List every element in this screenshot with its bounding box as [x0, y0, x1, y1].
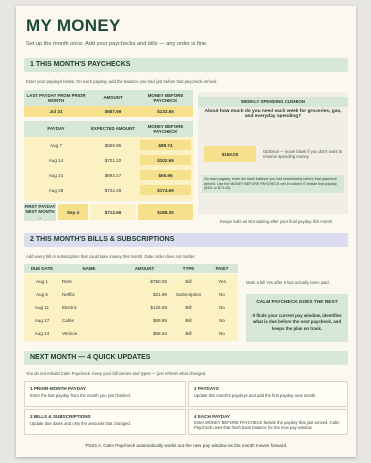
- cushion-value[interactable]: $150.00: [204, 146, 256, 162]
- calm-heading: CALM PAYCHECK DOES THE REST: [256, 300, 338, 305]
- bill-row-name[interactable]: Netflix: [62, 289, 118, 300]
- cushion-optional-note: Optional — leave blank if you don't want…: [263, 149, 343, 159]
- first-next-date[interactable]: Sep 4: [58, 204, 88, 220]
- page-subtitle: Set up the month once. Add your paycheck…: [26, 41, 208, 47]
- paychecks-intro: Enter your paydays below. On each payday…: [26, 79, 218, 84]
- payday-row-before[interactable]: $65.96: [140, 170, 191, 180]
- update-card: 4 EACH PAYDAY Enter MONEY BEFORE PAYCHEC…: [188, 409, 348, 435]
- bill-row-paid[interactable]: No: [206, 328, 238, 339]
- bill-row-name[interactable]: Rent: [62, 276, 118, 287]
- bill-row-amount[interactable]: $125.69: [118, 302, 171, 313]
- first-next-amount[interactable]: $712.56: [90, 204, 136, 220]
- first-next-before[interactable]: $188.35: [138, 204, 193, 220]
- payday-row-before[interactable]: $102.69: [140, 155, 191, 165]
- calm-text: It finds your current pay window, identi…: [252, 313, 342, 331]
- update-card-title: 3 BILLS & SUBSCRIPTIONS: [30, 414, 91, 419]
- bill-row-amount[interactable]: $21.99: [118, 289, 171, 300]
- due-date-col-header: DUE DATE: [24, 264, 60, 273]
- payday-row-date[interactable]: Aug 21: [24, 168, 88, 182]
- type-col-header: TYPE: [171, 264, 206, 273]
- update-card-body: Update this month's paydays and add the …: [194, 393, 317, 398]
- update-card-title: 2 PAYDAYS: [194, 386, 219, 391]
- bill-row-date[interactable]: Aug 11: [24, 302, 60, 313]
- bill-row-type[interactable]: Bill: [171, 302, 206, 313]
- update-card: 1 PRIOR-MONTH PAYDAY Enter the last payd…: [24, 381, 186, 407]
- bill-row-type[interactable]: Bill: [171, 276, 206, 287]
- bill-row-paid[interactable]: No: [206, 289, 238, 300]
- paychecks-section-heading: 1 THIS MONTH'S PAYCHECKS: [24, 58, 348, 72]
- mark-paid-note: Mark a bill Yes after it has actually be…: [246, 280, 330, 285]
- page-title: MY MONEY: [26, 16, 121, 35]
- first-next-label: FIRST PAYDAY NEXT MONTH →: [24, 203, 56, 221]
- last-payday-date[interactable]: Jul 31: [24, 106, 88, 117]
- payday-row-amount[interactable]: $656.95: [88, 138, 138, 152]
- paid-col-header: PAID?: [206, 264, 238, 273]
- bill-row-date[interactable]: Aug 17: [24, 315, 60, 326]
- last-payday-before[interactable]: $132.65: [138, 106, 193, 117]
- bill-row-amount[interactable]: $88.64: [118, 328, 171, 339]
- bill-row-amount[interactable]: $750.00: [118, 276, 171, 287]
- bill-row-date[interactable]: Aug 5: [24, 289, 60, 300]
- last-payday-header: LAST PAYDAY FROM PRIOR MONTH: [24, 90, 88, 106]
- payday-col-header: PAYDAY: [24, 121, 88, 137]
- update-card: 3 BILLS & SUBSCRIPTIONS Update due dates…: [24, 409, 186, 435]
- payday-row-amount[interactable]: $722.48: [88, 183, 138, 197]
- expected-amount-col-header: EXPECTED AMOUNT: [88, 121, 138, 137]
- update-card: 2 PAYDAYS Update this month's paydays an…: [188, 381, 348, 407]
- payday-row-amount[interactable]: $701.32: [88, 153, 138, 167]
- update-card-body: Enter MONEY BEFORE PAYCHECK beside the p…: [194, 420, 340, 430]
- payday-row-before[interactable]: $88.74: [140, 140, 191, 150]
- bill-row-amount[interactable]: $69.89: [118, 315, 171, 326]
- payday-row-before[interactable]: $174.69: [140, 185, 191, 195]
- updates-intro: You do not rebuild Calm Paycheck. Keep y…: [26, 371, 207, 376]
- updates-section-heading: NEXT MONTH — 4 QUICK UPDATES: [24, 351, 348, 365]
- cushion-question: About how much do you need each week for…: [204, 109, 342, 119]
- update-card-body: Update due dates and only the amounts th…: [30, 421, 131, 426]
- payday-row-date[interactable]: Aug 28: [24, 183, 88, 197]
- last-payday-amount[interactable]: $687.69: [88, 106, 138, 117]
- payday-row-amount[interactable]: $692.47: [88, 168, 138, 182]
- bill-row-date[interactable]: Aug 24: [24, 328, 60, 339]
- update-card-title: 4 EACH PAYDAY: [194, 414, 231, 419]
- bill-row-paid[interactable]: No: [206, 315, 238, 326]
- bill-row-name[interactable]: Verizon: [62, 328, 118, 339]
- bill-row-type[interactable]: Bill: [171, 328, 206, 339]
- bills-intro: Add every bill or subscription that coul…: [26, 254, 196, 259]
- payday-row-date[interactable]: Aug 7: [24, 138, 88, 152]
- payday-row-date[interactable]: Aug 14: [24, 153, 88, 167]
- update-card-body: Enter the last payday from the month you…: [30, 393, 132, 398]
- last-amount-header: AMOUNT: [88, 90, 138, 106]
- sheet-page: MY MONEY Set up the month once. Add your…: [16, 6, 356, 457]
- update-card-title: 1 PRIOR-MONTH PAYDAY: [30, 386, 86, 391]
- bill-row-type[interactable]: Subscription: [171, 289, 206, 300]
- bill-row-name[interactable]: Cable: [62, 315, 118, 326]
- before-col-header: MONEY BEFORE PAYCHECK: [138, 121, 193, 137]
- bill-row-name[interactable]: Electric: [62, 302, 118, 313]
- cushion-keeps-note: Keeps Safe as Not waiting after your fin…: [220, 219, 334, 224]
- bill-row-paid[interactable]: Yes: [206, 276, 238, 287]
- cushion-explain: On each payday, enter the bank balance y…: [202, 175, 344, 193]
- amount-col-header: AMOUNT: [118, 264, 171, 273]
- cushion-heading: WEEKLY SPENDING CUSHION: [198, 97, 348, 107]
- bill-row-date[interactable]: Aug 1: [24, 276, 60, 287]
- last-before-header: MONEY BEFORE PAYCHECK: [138, 90, 193, 106]
- bill-row-type[interactable]: Bill: [171, 315, 206, 326]
- bills-section-heading: 2 THIS MONTH'S BILLS & SUBSCRIPTIONS: [24, 233, 348, 247]
- bill-row-paid[interactable]: No: [206, 302, 238, 313]
- name-col-header: NAME: [60, 264, 118, 273]
- footer-note: That's it. Calm Paycheck automatically w…: [84, 443, 288, 448]
